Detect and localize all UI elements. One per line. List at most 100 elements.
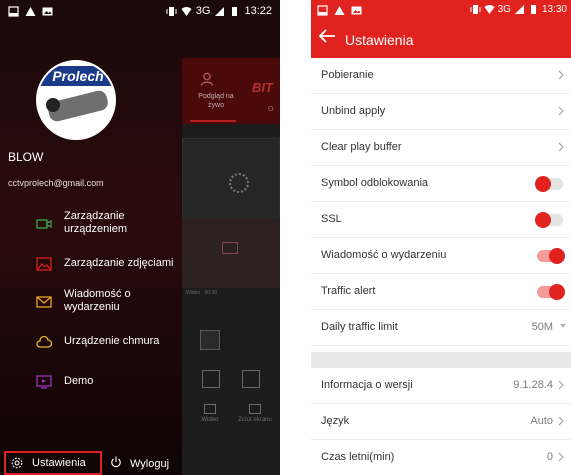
settings-row-clear-play-buffer[interactable]: Clear play buffer <box>311 130 571 166</box>
chevron-right-icon <box>558 142 564 152</box>
brand-logo: Prolech <box>38 66 114 86</box>
language-value: Auto <box>530 415 553 427</box>
bottom-screenshot-label: Zrzut ekranu <box>238 417 272 423</box>
video-slot-label: Wideo · 00:00 <box>186 290 218 296</box>
warning-notification-icon <box>25 7 36 16</box>
demo-icon <box>36 375 52 389</box>
loading-spinner-icon <box>229 173 249 193</box>
network-type: 3G <box>195 5 211 17</box>
section-divider <box>311 352 571 368</box>
page-title: Ustawienia <box>345 32 414 48</box>
back-arrow-icon[interactable] <box>317 26 337 46</box>
user-email: cctvprolech@gmail.com <box>8 178 104 188</box>
network-type: 3G <box>497 4 511 15</box>
traffic-alert-toggle[interactable] <box>537 284 565 300</box>
toggle-knob <box>535 176 551 192</box>
video-icon <box>204 404 216 414</box>
status-time: 13:30 <box>541 4 567 15</box>
daily-traffic-limit-value: 50M <box>531 321 553 333</box>
record-icon[interactable] <box>202 370 220 388</box>
settings-row-daylight-saving[interactable]: Czas letni(min) 0 <box>311 440 571 475</box>
settings-row-unlock-symbol: Symbol odblokowania <box>311 166 571 202</box>
status-bar: 3G 13:22 <box>0 0 280 24</box>
camera-slot[interactable] <box>182 218 280 288</box>
menu-item-label: Urządzenie chmura <box>64 335 160 347</box>
logout-label: Wyloguj <box>130 458 170 470</box>
right-phone-screen: 3G 13:30 Ustawienia Pobieranie Unbind ap… <box>311 0 571 475</box>
bottom-video-button[interactable]: Wideo <box>190 404 230 423</box>
background-bottom-bar: Wideo Zrzut ekranu <box>182 398 280 438</box>
settings-row-ssl: SSL <box>311 202 571 238</box>
background-app: Podgląd na żywo BIT O Wideo · 00:00 Wide… <box>182 58 280 475</box>
row-label: Czas letni(min) <box>321 451 395 463</box>
folder-icon[interactable] <box>200 330 220 350</box>
settings-row-traffic-alert: Traffic alert <box>311 274 571 310</box>
unlock-symbol-toggle[interactable] <box>535 176 563 192</box>
menu-item-event-message[interactable]: Wiadomość o wydarzeniu <box>8 288 180 318</box>
menu-item-cloud-device[interactable]: Urządzenie chmura <box>8 328 180 358</box>
capture-icon[interactable] <box>242 370 260 388</box>
row-label: Unbind apply <box>321 105 386 117</box>
bottom-screenshot-button[interactable]: Zrzut ekranu <box>230 404 280 423</box>
screenshot-icon <box>249 404 261 414</box>
drawer-bottom-bar: Ustawienia Wyloguj <box>0 448 182 475</box>
video-camera-icon <box>222 242 238 254</box>
event-message-toggle[interactable] <box>537 248 565 264</box>
settings-header: 3G 13:30 Ustawienia <box>311 0 571 58</box>
tab-live-view[interactable]: Podgląd na żywo <box>182 58 242 124</box>
row-label: Informacja o wersji <box>321 379 413 391</box>
settings-row-language[interactable]: Język Auto <box>311 404 571 440</box>
menu-item-label: Demo <box>64 375 94 387</box>
row-label: Język <box>321 415 350 427</box>
avatar[interactable]: Prolech <box>36 60 116 140</box>
tab-live-view-label: Podgląd na żywo <box>198 93 234 109</box>
picture-icon <box>36 257 52 271</box>
logout-button[interactable]: Wyloguj <box>108 451 182 475</box>
chevron-right-icon <box>558 70 564 80</box>
chevron-right-icon <box>558 452 564 462</box>
left-phone-screen: Podgląd na żywo BIT O Wideo · 00:00 Wide… <box>0 0 280 475</box>
settings-label: Ustawienia <box>32 457 86 469</box>
vibrate-icon <box>166 6 177 16</box>
person-icon <box>200 72 214 86</box>
screenshot-notification-icon <box>317 5 328 16</box>
menu-item-photo-management[interactable]: Zarządzanie zdjęciami <box>8 250 180 280</box>
settings-row-unbind-apply[interactable]: Unbind apply <box>311 94 571 130</box>
row-label: Clear play buffer <box>321 141 402 153</box>
menu-item-device-management[interactable]: Zarządzanie urządzeniem <box>8 210 180 240</box>
ssl-toggle[interactable] <box>535 212 563 228</box>
power-icon <box>111 456 121 468</box>
signal-icon <box>215 6 225 16</box>
version-value: 9.1.28.4 <box>513 379 553 391</box>
row-label: Wiadomość o wydarzeniu <box>321 249 447 261</box>
row-label: Symbol odblokowania <box>321 177 429 189</box>
chevron-right-icon <box>558 380 564 390</box>
camera-icon <box>36 219 52 229</box>
settings-row-download[interactable]: Pobieranie <box>311 58 571 94</box>
toggle-knob <box>549 284 565 300</box>
daylight-saving-value: 0 <box>546 451 553 463</box>
wifi-icon <box>181 6 192 16</box>
row-label: Daily traffic limit <box>321 321 398 333</box>
tab-underline <box>190 120 236 122</box>
image-notification-icon <box>351 6 362 15</box>
username: BLOW <box>8 150 44 164</box>
settings-row-daily-traffic-limit[interactable]: Daily traffic limit 50M <box>311 310 571 346</box>
toggle-knob <box>535 212 551 228</box>
background-tab-bar: Podgląd na żywo BIT O <box>182 58 280 124</box>
menu-item-demo[interactable]: Demo <box>8 368 180 398</box>
settings-button[interactable]: Ustawienia <box>4 451 102 475</box>
status-time: 13:22 <box>244 5 272 17</box>
row-label: Traffic alert <box>321 285 376 297</box>
envelope-icon <box>36 296 52 308</box>
toggle-knob <box>549 248 565 264</box>
wifi-icon <box>484 5 495 14</box>
row-label: Pobieranie <box>321 69 374 81</box>
image-notification-icon <box>42 7 53 16</box>
menu-item-label: Zarządzanie urządzeniem <box>64 210 127 235</box>
dropdown-arrow-icon <box>560 324 566 328</box>
settings-row-version-info[interactable]: Informacja o wersji 9.1.28.4 <box>311 368 571 404</box>
bottom-video-label: Wideo <box>201 417 219 423</box>
tab-other-label[interactable]: O <box>268 106 273 113</box>
camera-lens-image <box>46 98 60 112</box>
